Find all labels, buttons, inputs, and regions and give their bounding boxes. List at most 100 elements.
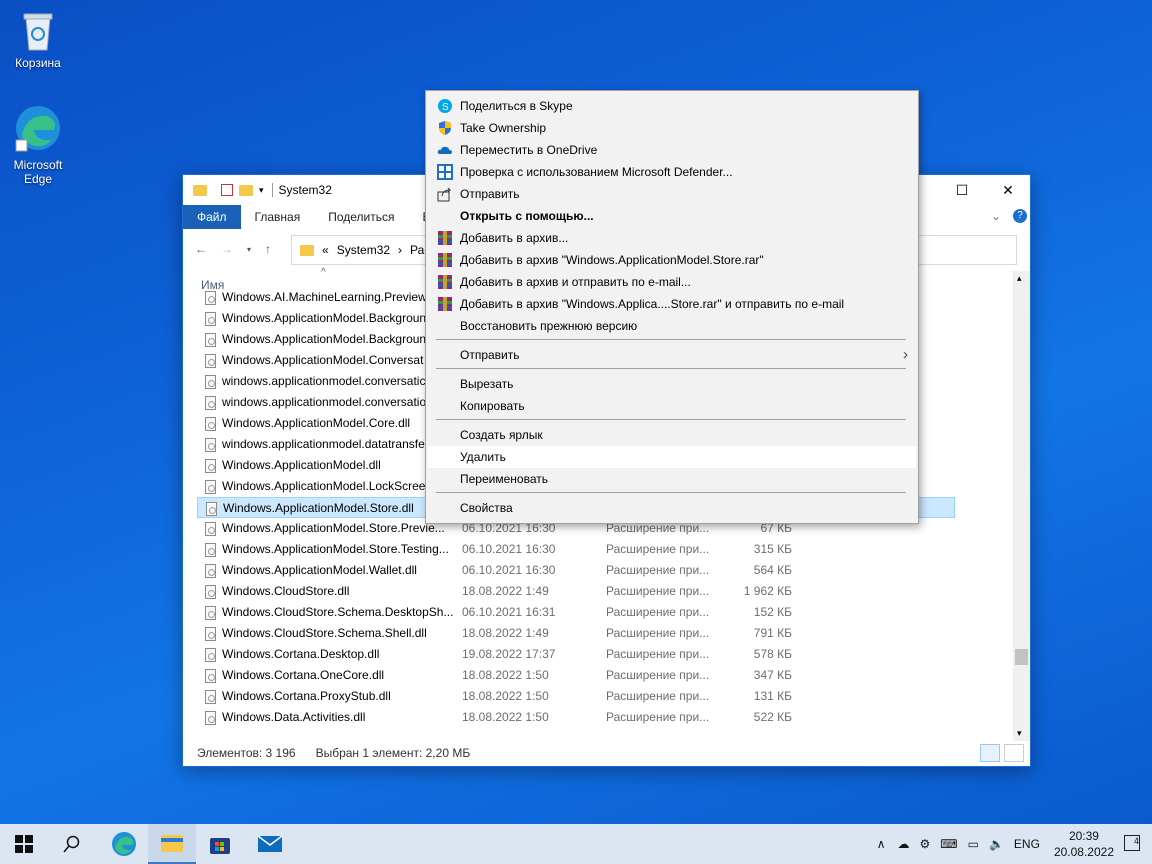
- clock-date: 20.08.2022: [1053, 845, 1114, 859]
- search-button[interactable]: [48, 824, 96, 864]
- file-name: windows.applicationmodel.conversatio: [222, 395, 427, 409]
- show-hidden-icons[interactable]: ∧: [877, 837, 886, 851]
- forward-icon[interactable]: →: [221, 242, 233, 256]
- input-language[interactable]: ENG: [1014, 837, 1040, 851]
- menu-item[interactable]: Переместить в OneDrive: [428, 139, 916, 161]
- large-icons-view-icon[interactable]: [1004, 744, 1024, 762]
- scroll-down-icon[interactable]: ▾: [1017, 728, 1022, 739]
- desktop-icon-recycle-bin[interactable]: Корзина: [0, 8, 76, 70]
- file-row[interactable]: Windows.Cortana.OneCore.dll 18.08.2022 1:…: [197, 665, 955, 686]
- store-icon: [210, 838, 230, 854]
- desktop-icon-label: Корзина: [15, 56, 61, 70]
- file-type: Расширение при...: [606, 710, 710, 724]
- notifications-button[interactable]: 4: [1124, 835, 1140, 851]
- menu-item[interactable]: Вырезать: [428, 373, 916, 395]
- close-button[interactable]: ✕: [985, 175, 1031, 205]
- chevron-down-icon[interactable]: ▾: [259, 185, 264, 196]
- file-date: 18.08.2022 1:50: [462, 689, 549, 703]
- menu-separator: [436, 492, 906, 493]
- menu-item[interactable]: Создать ярлык: [428, 424, 916, 446]
- dll-file-icon: [205, 606, 216, 620]
- file-size: 791 КБ: [753, 626, 792, 640]
- file-row[interactable]: Windows.CloudStore.Schema.DesktopSh... 06…: [197, 602, 955, 623]
- item-count: Элементов: 3 196: [197, 746, 296, 760]
- menu-item[interactable]: Проверка с использованием Microsoft Defe…: [428, 161, 916, 183]
- touch-keyboard-icon[interactable]: ⌨: [940, 837, 957, 851]
- menu-item[interactable]: S Поделиться в Skype: [428, 95, 916, 117]
- tab-home[interactable]: Главная: [241, 205, 315, 229]
- menu-item[interactable]: Отправить ›: [428, 344, 916, 366]
- file-date: 18.08.2022 1:50: [462, 668, 549, 682]
- menu-item-label: Удалить: [460, 450, 506, 464]
- scroll-up-icon[interactable]: ▴: [1017, 273, 1022, 284]
- menu-item[interactable]: Добавить в архив и отправить по e-mail..…: [428, 271, 916, 293]
- window-title: System32: [271, 183, 332, 197]
- file-row[interactable]: Windows.Cortana.ProxyStub.dll 18.08.2022 …: [197, 686, 955, 707]
- file-row[interactable]: Windows.Cortana.Desktop.dll 19.08.2022 17…: [197, 644, 955, 665]
- tab-file[interactable]: Файл: [183, 205, 241, 229]
- file-type: Расширение при...: [606, 689, 710, 703]
- ribbon-expand-icon[interactable]: ⌄: [991, 209, 1001, 223]
- help-icon[interactable]: ?: [1013, 209, 1027, 223]
- file-name: Windows.Cortana.ProxyStub.dll: [222, 689, 391, 703]
- network-icon[interactable]: ▭: [968, 837, 979, 851]
- menu-item[interactable]: Удалить: [428, 446, 916, 468]
- security-icon[interactable]: ⚙: [920, 837, 931, 851]
- menu-item-label: Свойства: [460, 501, 513, 515]
- file-row[interactable]: Windows.ApplicationModel.Store.Testing..…: [197, 539, 955, 560]
- menu-item[interactable]: Переименовать: [428, 468, 916, 490]
- tab-share[interactable]: Поделиться: [314, 205, 408, 229]
- file-row[interactable]: Windows.Data.Activities.dll 18.08.2022 1:…: [197, 707, 955, 728]
- desktop-icon-edge[interactable]: Microsoft Edge: [0, 104, 76, 186]
- dll-file-icon: [205, 312, 216, 326]
- properties-icon[interactable]: [221, 184, 233, 196]
- file-name: Windows.CloudStore.Schema.Shell.dll: [222, 626, 427, 640]
- vertical-scrollbar[interactable]: ▴ ▾: [1013, 271, 1030, 741]
- file-date: 18.08.2022 1:49: [462, 626, 549, 640]
- file-name: Windows.ApplicationModel.Core.dll: [222, 416, 411, 430]
- menu-item[interactable]: Добавить в архив "Windows.ApplicationMod…: [428, 249, 916, 271]
- file-name: Windows.Cortana.Desktop.dll: [222, 647, 380, 661]
- recent-locations-icon[interactable]: ▾: [247, 245, 251, 254]
- taskbar-store[interactable]: [196, 824, 244, 864]
- clock[interactable]: 20:39 20.08.2022: [1054, 828, 1114, 860]
- onedrive-icon[interactable]: ☁: [898, 837, 910, 851]
- new-folder-icon[interactable]: [239, 184, 253, 196]
- file-row[interactable]: Windows.CloudStore.Schema.Shell.dll 18.08…: [197, 623, 955, 644]
- taskbar-mail[interactable]: [246, 824, 294, 864]
- start-button[interactable]: [0, 824, 48, 864]
- file-name: Windows.Cortana.OneCore.dll: [222, 668, 385, 682]
- dll-file-icon: [205, 480, 216, 494]
- maximize-button[interactable]: ☐: [939, 175, 985, 205]
- status-bar: Элементов: 3 196 Выбран 1 элемент: 2,20 …: [197, 746, 470, 760]
- file-name: Windows.CloudStore.Schema.DesktopSh...: [222, 605, 454, 619]
- address-overflow[interactable]: «: [322, 243, 329, 257]
- up-icon[interactable]: ↑: [265, 242, 271, 256]
- menu-item[interactable]: Добавить в архив "Windows.Applica....Sto…: [428, 293, 916, 315]
- taskbar-edge[interactable]: [100, 824, 148, 864]
- file-name: Windows.ApplicationModel.Backgroun: [222, 332, 427, 346]
- details-view-icon[interactable]: [980, 744, 1000, 762]
- menu-item[interactable]: Восстановить прежнюю версию: [428, 315, 916, 337]
- scrollbar-thumb[interactable]: [1015, 649, 1028, 665]
- menu-item-label: Добавить в архив...: [460, 231, 569, 245]
- menu-item[interactable]: Добавить в архив...: [428, 227, 916, 249]
- file-date: 18.08.2022 1:50: [462, 710, 549, 724]
- taskbar-file-explorer[interactable]: [148, 824, 196, 864]
- file-row[interactable]: Windows.CloudStore.dll 18.08.2022 1:49 Рас…: [197, 581, 955, 602]
- menu-item[interactable]: Открыть с помощью...: [428, 205, 916, 227]
- menu-item[interactable]: Копировать: [428, 395, 916, 417]
- address-crumb-system32[interactable]: System32: [337, 243, 390, 257]
- menu-item-label: Вырезать: [460, 377, 514, 391]
- file-name: Windows.CloudStore.dll: [222, 584, 350, 598]
- file-date: 19.08.2022 17:37: [462, 647, 556, 661]
- menu-item[interactable]: Свойства: [428, 497, 916, 519]
- volume-icon[interactable]: 🔈: [989, 837, 1004, 851]
- maximize-icon: ☐: [955, 181, 969, 198]
- back-icon[interactable]: ←: [195, 242, 207, 256]
- start-icon: [15, 835, 33, 853]
- menu-item[interactable]: Take Ownership: [428, 117, 916, 139]
- menu-item[interactable]: Отправить: [428, 183, 916, 205]
- file-row[interactable]: Windows.ApplicationModel.Wallet.dll 06.10…: [197, 560, 955, 581]
- quick-access-toolbar: ▾: [193, 184, 264, 196]
